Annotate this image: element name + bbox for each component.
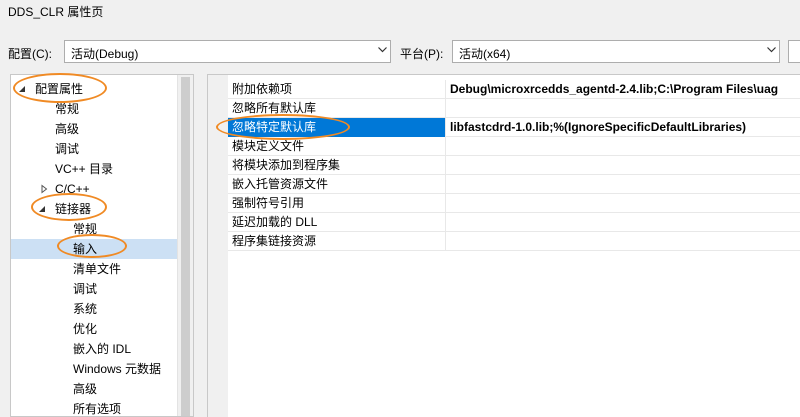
- property-value[interactable]: [446, 194, 800, 213]
- config-label: 配置(C):: [8, 47, 52, 61]
- property-value[interactable]: [446, 156, 800, 175]
- chevron-down-icon: [767, 47, 776, 55]
- config-manager-button[interactable]: [788, 40, 800, 63]
- tree-item-linker-advanced[interactable]: 高级: [73, 379, 97, 399]
- property-name: 将模块添加到程序集: [228, 156, 446, 175]
- tree-item-advanced[interactable]: 高级: [55, 119, 79, 139]
- tree-scrollbar[interactable]: [177, 75, 193, 416]
- tree-item-manifest-file[interactable]: 清单文件: [73, 259, 121, 279]
- config-value: 活动(Debug): [71, 47, 139, 61]
- tree-label: 配置属性: [35, 82, 84, 96]
- tree-item-system[interactable]: 系统: [73, 299, 97, 319]
- property-tree: 配置属性 常规 高级 调试 VC++ 目录 C/C++ 链接器 常规 输入 清单…: [10, 74, 194, 417]
- property-name: 模块定义文件: [228, 137, 446, 156]
- property-name: 程序集链接资源: [228, 232, 446, 251]
- property-row[interactable]: 程序集链接资源: [228, 232, 800, 251]
- property-name: 忽略特定默认库: [228, 118, 446, 137]
- collapsed-triangle-icon: [41, 184, 48, 194]
- property-name: 附加依赖项: [228, 80, 446, 99]
- expanded-triangle-icon: [39, 206, 45, 212]
- tree-item-linker-debugging[interactable]: 调试: [73, 279, 97, 299]
- tree-item-linker-input[interactable]: 输入: [11, 239, 178, 259]
- tree-label: C/C++: [55, 182, 90, 196]
- window-title: DDS_CLR 属性页: [8, 5, 104, 19]
- tree-item-vc-directories[interactable]: VC++ 目录: [55, 159, 113, 179]
- tree-item-all-options[interactable]: 所有选项: [73, 399, 121, 416]
- property-value[interactable]: [446, 137, 800, 156]
- property-row[interactable]: 模块定义文件: [228, 137, 800, 156]
- property-value[interactable]: [446, 99, 800, 118]
- property-name: 忽略所有默认库: [228, 99, 446, 118]
- property-value[interactable]: [446, 175, 800, 194]
- scrollbar-thumb[interactable]: [181, 77, 190, 416]
- tree-item-windows-metadata[interactable]: Windows 元数据: [73, 359, 161, 379]
- platform-value: 活动(x64): [459, 47, 511, 61]
- tree-item-embedded-idl[interactable]: 嵌入的 IDL: [73, 339, 131, 359]
- grid-gutter: [208, 75, 228, 417]
- property-name: 强制符号引用: [228, 194, 446, 213]
- platform-dropdown[interactable]: 活动(x64): [452, 40, 780, 63]
- tree-item-optimization[interactable]: 优化: [73, 319, 97, 339]
- property-value[interactable]: [446, 213, 800, 232]
- property-row[interactable]: 嵌入托管资源文件: [228, 175, 800, 194]
- property-row[interactable]: 延迟加载的 DLL: [228, 213, 800, 232]
- property-value[interactable]: libfastcdrd-1.0.lib;%(IgnoreSpecificDefa…: [446, 118, 800, 137]
- tree-item-debugging[interactable]: 调试: [55, 139, 79, 159]
- chevron-down-icon: [378, 47, 387, 55]
- tree-label: 链接器: [55, 202, 92, 216]
- property-row[interactable]: 附加依赖项 Debug\microxrcedds_agentd-2.4.lib;C…: [228, 80, 800, 99]
- property-row[interactable]: 忽略所有默认库: [228, 99, 800, 118]
- property-name: 延迟加载的 DLL: [228, 213, 446, 232]
- property-name: 嵌入托管资源文件: [228, 175, 446, 194]
- property-row[interactable]: 将模块添加到程序集: [228, 156, 800, 175]
- platform-label: 平台(P):: [400, 47, 444, 61]
- tree-item-linker-general[interactable]: 常规: [73, 219, 97, 239]
- tree-item-general[interactable]: 常规: [55, 99, 79, 119]
- config-dropdown[interactable]: 活动(Debug): [64, 40, 391, 63]
- property-row[interactable]: 强制符号引用: [228, 194, 800, 213]
- property-grid: 附加依赖项 Debug\microxrcedds_agentd-2.4.lib;C…: [207, 74, 800, 417]
- property-row[interactable]: 忽略特定默认库 libfastcdrd-1.0.lib;%(IgnoreSpeci…: [228, 118, 800, 137]
- property-value[interactable]: Debug\microxrcedds_agentd-2.4.lib;C:\Pro…: [446, 80, 800, 99]
- property-value[interactable]: [446, 232, 800, 251]
- expanded-triangle-icon: [19, 86, 25, 92]
